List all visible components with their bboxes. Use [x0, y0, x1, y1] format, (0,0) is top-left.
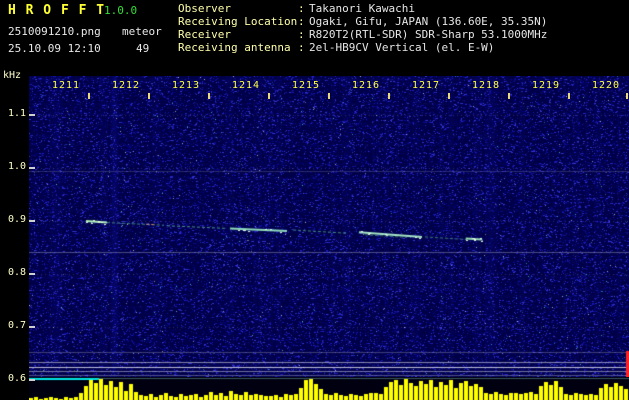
app-version: 1.0.0 [104, 4, 138, 17]
hrofft-window: H R O F F T 1.0.0 2510091210.png meteor … [0, 0, 629, 400]
station-info-label: Receiving antenna [178, 41, 291, 54]
spectrogram-canvas [29, 76, 629, 377]
time-tick-mark [448, 93, 450, 99]
station-info-row: Receiving Location: Ogaki, Gifu, JAPAN (1… [178, 15, 547, 28]
frequency-tick-label: 0.7 [7, 320, 26, 331]
station-info-colon: : [298, 41, 305, 54]
time-tick-mark [626, 93, 628, 99]
time-tick-mark [388, 93, 390, 99]
time-tick-mark [508, 93, 510, 99]
station-info-value: R820T2(RTL-SDR) SDR-Sharp 53.1000MHz [309, 28, 548, 41]
time-tick-label: 1220 [592, 80, 621, 91]
time-tick-label: 1217 [412, 80, 441, 91]
time-tick-mark [268, 93, 270, 99]
station-info-label: Receiving Location [178, 15, 298, 28]
time-tick-label: 1216 [352, 80, 381, 91]
time-tick-mark [568, 93, 570, 99]
station-info-value: Takanori Kawachi [309, 2, 415, 15]
frequency-tick-label: 0.9 [7, 214, 26, 225]
mode-label: meteor [122, 25, 162, 38]
station-info-colon: : [298, 15, 305, 28]
signal-level-strip [29, 377, 629, 400]
station-info-colon: : [298, 28, 305, 41]
time-axis: 1211 1212 1213 1214 1215 1216 1217 1218 1219 1220 [29, 76, 629, 106]
frequency-tick-label: 1.0 [7, 161, 26, 172]
station-info-value: Ogaki, Gifu, JAPAN (136.60E, 35.35N) [309, 15, 548, 28]
time-tick-label: 1218 [472, 80, 501, 91]
output-filename: 2510091210.png [8, 25, 101, 38]
time-tick-label: 1214 [232, 80, 261, 91]
time-tick-label: 1212 [112, 80, 141, 91]
time-tick-mark [328, 93, 330, 99]
station-info-value: 2el-HB9CV Vertical (el. E-W) [309, 41, 495, 54]
station-info-colon: : [298, 2, 305, 15]
time-tick-mark [88, 93, 90, 99]
station-info: Observer: Takanori Kawachi Receiving Locat… [178, 2, 547, 54]
echo-count: 49 [136, 42, 150, 55]
frequency-tick-label: 1.1 [7, 108, 26, 119]
app-title: H R O F F T [8, 3, 106, 18]
datetime-label: 25.10.09 12:10 [8, 42, 101, 55]
time-tick-mark [208, 93, 210, 99]
time-tick-label: 1213 [172, 80, 201, 91]
station-info-row: Receiver: R820T2(RTL-SDR) SDR-Sharp 53.10… [178, 28, 547, 41]
frequency-tick-label: 0.8 [7, 267, 26, 278]
time-tick-label: 1219 [532, 80, 561, 91]
time-tick-label: 1211 [52, 80, 81, 91]
station-info-row: Observer: Takanori Kawachi [178, 2, 547, 15]
time-tick-label: 1215 [292, 80, 321, 91]
time-tick-mark [148, 93, 150, 99]
station-info-row: Receiving antenna:2el-HB9CV Vertical (el… [178, 41, 547, 54]
frequency-axis-unit: kHz [3, 70, 22, 81]
station-info-label: Observer [178, 2, 231, 15]
frequency-tick-label: 0.6 [7, 373, 26, 384]
spectrogram: 1211 1212 1213 1214 1215 1216 1217 1218 1219 1220 [29, 76, 629, 400]
station-info-label: Receiver [178, 28, 231, 41]
